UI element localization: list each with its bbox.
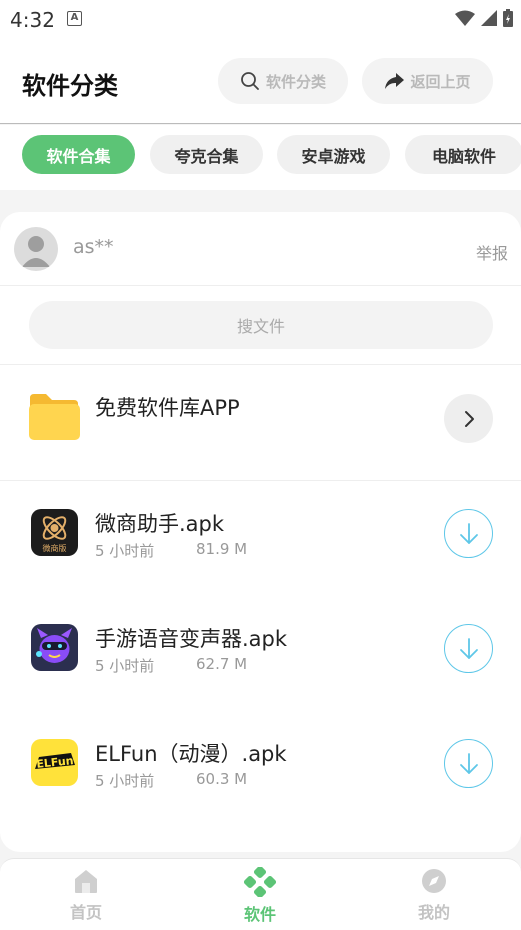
header: 软件分类 软件分类 返回上页 [0, 38, 521, 124]
back-label: 返回上页 [410, 72, 471, 91]
elfun-app-icon: ELFun [31, 739, 78, 786]
download-button[interactable] [444, 624, 493, 673]
back-button[interactable]: 返回上页 [362, 58, 493, 104]
category-tabs: 软件合集 夸克合集 安卓游戏 电脑软件 [0, 125, 521, 190]
share-arrow-icon [385, 73, 405, 89]
avatar[interactable] [14, 227, 58, 271]
download-button[interactable] [444, 739, 493, 788]
file-time: 5 小时前 [95, 772, 155, 790]
file-item[interactable]: 手游语音变声器.apk 5 小时前 62.7 M [0, 597, 521, 712]
apps-icon [244, 867, 276, 897]
a-letter-icon: A [67, 11, 82, 26]
file-search-input[interactable]: 搜文件 [29, 301, 493, 349]
report-link[interactable]: 举报 [476, 240, 508, 264]
tab-pc-software[interactable]: 电脑软件 [405, 135, 521, 174]
file-item[interactable]: 微商版 微商助手.apk 5 小时前 81.9 M [0, 482, 521, 597]
weishang-icon-text: 微商版 [43, 543, 67, 553]
user-icon [22, 236, 50, 267]
folder-name: 免费软件库APP [95, 396, 240, 420]
nav-software-label: 软件 [243, 905, 276, 924]
chevron-right-icon [464, 410, 474, 427]
file-size: 62.7 M [196, 655, 248, 673]
home-icon [75, 870, 97, 893]
nav-mine-label: 我的 [417, 903, 450, 922]
uploader-name: as** [73, 236, 114, 258]
folder-icon [29, 394, 80, 440]
status-icons [455, 9, 513, 27]
elfun-icon-text: ELFun [36, 754, 74, 771]
signal-icon [481, 10, 497, 26]
nav-mine[interactable]: 我的 [389, 867, 479, 927]
content-card: as** 举报 搜文件 免费软件库APP 微商版 微商助手.apk 5 小时前 … [0, 212, 521, 852]
download-button[interactable] [444, 509, 493, 558]
file-name: 手游语音变声器.apk [95, 627, 288, 651]
file-item[interactable]: ELFun ELFun（动漫）.apk 5 小时前 60.3 M [0, 712, 521, 827]
tab-quark-collection[interactable]: 夸克合集 [150, 135, 263, 174]
page-title: 软件分类 [22, 72, 118, 100]
download-arrow-icon [459, 637, 478, 659]
status-bar: 4:32 A [0, 0, 521, 38]
bottom-nav: 首页 软件 我的 [0, 858, 521, 930]
open-folder-button[interactable] [444, 394, 493, 443]
category-search-label: 软件分类 [265, 72, 326, 91]
category-search-button[interactable]: 软件分类 [218, 58, 348, 104]
file-time: 5 小时前 [95, 542, 155, 560]
nav-home[interactable]: 首页 [41, 867, 131, 927]
file-name: ELFun（动漫）.apk [95, 742, 287, 766]
app-screen: 4:32 A 软件分类 软件分类 返回上页 软件合集 夸克合集 安卓游戏 电脑软… [0, 0, 521, 930]
file-time: 5 小时前 [95, 657, 155, 675]
folder-item[interactable]: 免费软件库APP [0, 364, 521, 480]
divider [0, 480, 521, 481]
download-arrow-icon [459, 522, 478, 544]
weishang-app-icon: 微商版 [31, 509, 78, 556]
file-size: 60.3 M [196, 770, 248, 788]
tab-android-games[interactable]: 安卓游戏 [277, 135, 390, 174]
file-name: 微商助手.apk [95, 512, 225, 536]
download-arrow-icon [459, 752, 478, 774]
file-size: 81.9 M [196, 540, 248, 558]
status-time: 4:32 [10, 8, 55, 32]
nav-home-label: 首页 [69, 903, 102, 922]
nav-software[interactable]: 软件 [215, 867, 305, 927]
uploader-row: as** 举报 [0, 212, 521, 286]
search-icon [241, 72, 259, 90]
tab-software-collection[interactable]: 软件合集 [22, 135, 135, 174]
wifi-icon [455, 10, 475, 26]
compass-icon [422, 869, 446, 893]
voice-changer-app-icon [31, 624, 78, 671]
battery-icon [503, 9, 513, 27]
